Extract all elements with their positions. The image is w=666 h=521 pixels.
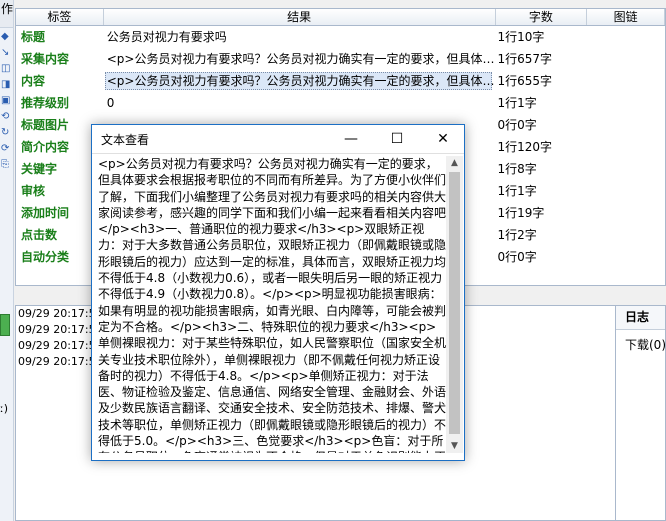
table-row[interactable]: 推荐级别 0 1行1字	[16, 92, 665, 114]
row-result: 0	[106, 96, 115, 110]
row-label: 采集内容	[21, 52, 70, 66]
tool-icon[interactable]: ◨	[1, 78, 13, 92]
tool-icon[interactable]: ⟳	[1, 142, 13, 156]
tool-icon[interactable]: ▣	[1, 94, 13, 108]
row-label: 标题	[21, 30, 46, 44]
text-view-dialog: 文本查看 — ☐ ✕ <p>公务员对视力有要求吗？公务员对视力确实有一定的要求，…	[91, 124, 465, 461]
row-count: 1行10字	[497, 30, 545, 44]
maximize-button[interactable]: ☐	[374, 125, 420, 154]
tool-icon[interactable]: ⟲	[1, 110, 13, 124]
row-result: <p>公务员对视力有要求吗？公务员对视力确实有一定的要求，但具体…	[106, 74, 495, 88]
row-result: <p>公务员对视力有要求吗？公务员对视力确实有一定的要求，但具体…	[106, 52, 495, 66]
row-count: 1行2字	[497, 228, 537, 242]
column-header-count[interactable]: 字数	[496, 9, 588, 25]
column-header-label[interactable]: 标签	[16, 9, 104, 25]
row-count: 1行120字	[497, 140, 553, 154]
scroll-up-icon[interactable]: ▲	[446, 156, 463, 170]
tool-icon[interactable]: ↘	[1, 46, 13, 60]
close-button[interactable]: ✕	[420, 125, 466, 154]
table-header: 标签 结果 字数 图链	[16, 9, 665, 26]
download-count: 下载(0)	[625, 338, 666, 352]
row-label: 内容	[21, 74, 46, 88]
row-result: 公务员对视力有要求吗	[106, 30, 227, 44]
row-count: 1行19字	[497, 206, 545, 220]
dialog-text-content[interactable]: <p>公务员对视力有要求吗？公务员对视力确实有一定的要求，但具体要求会根据报考职…	[96, 156, 450, 453]
table-row-selected[interactable]: 内容 <p>公务员对视力有要求吗？公务员对视力确实有一定的要求，但具体… 1行6…	[16, 70, 665, 92]
tool-icon[interactable]: ⎘	[1, 158, 13, 172]
row-count: 0行0字	[497, 118, 537, 132]
minimize-button[interactable]: —	[328, 125, 374, 154]
left-strip-bottom-label: ː)	[0, 402, 8, 415]
log-side-panel: 日志 下载(0)	[615, 305, 666, 521]
left-toolbar-strip: 作 ◆ ↘ ◫ ◨ ▣ ⟲ ↻ ⟳ ⎘ ː)	[0, 0, 14, 521]
status-indicator	[0, 314, 10, 336]
row-count: 1行1字	[497, 96, 537, 110]
tool-icon[interactable]: ◫	[1, 62, 13, 76]
scroll-thumb[interactable]	[449, 172, 460, 434]
row-count: 1行8字	[497, 162, 537, 176]
column-header-image-link[interactable]: 图链	[587, 9, 665, 25]
dialog-title: 文本查看	[101, 133, 150, 147]
tool-icon[interactable]: ↻	[1, 126, 13, 140]
dialog-titlebar[interactable]: 文本查看 — ☐ ✕	[92, 125, 464, 154]
dialog-scrollbar[interactable]: ▲ ▼	[446, 156, 463, 453]
column-header-result[interactable]: 结果	[104, 9, 496, 25]
tool-icon[interactable]: ◆	[1, 30, 13, 44]
left-strip-top-label: 作	[0, 0, 13, 28]
row-count: 1行655字	[497, 74, 553, 88]
tab-log[interactable]: 日志	[616, 306, 665, 330]
row-label: 推荐级别	[21, 96, 70, 110]
row-count: 1行1字	[497, 184, 537, 198]
table-row[interactable]: 标题 公务员对视力有要求吗 1行10字	[16, 26, 665, 48]
scroll-down-icon[interactable]: ▼	[446, 439, 463, 453]
table-row[interactable]: 采集内容 <p>公务员对视力有要求吗？公务员对视力确实有一定的要求，但具体… 1…	[16, 48, 665, 70]
row-count: 1行657字	[497, 52, 553, 66]
row-count: 0行0字	[497, 250, 537, 264]
